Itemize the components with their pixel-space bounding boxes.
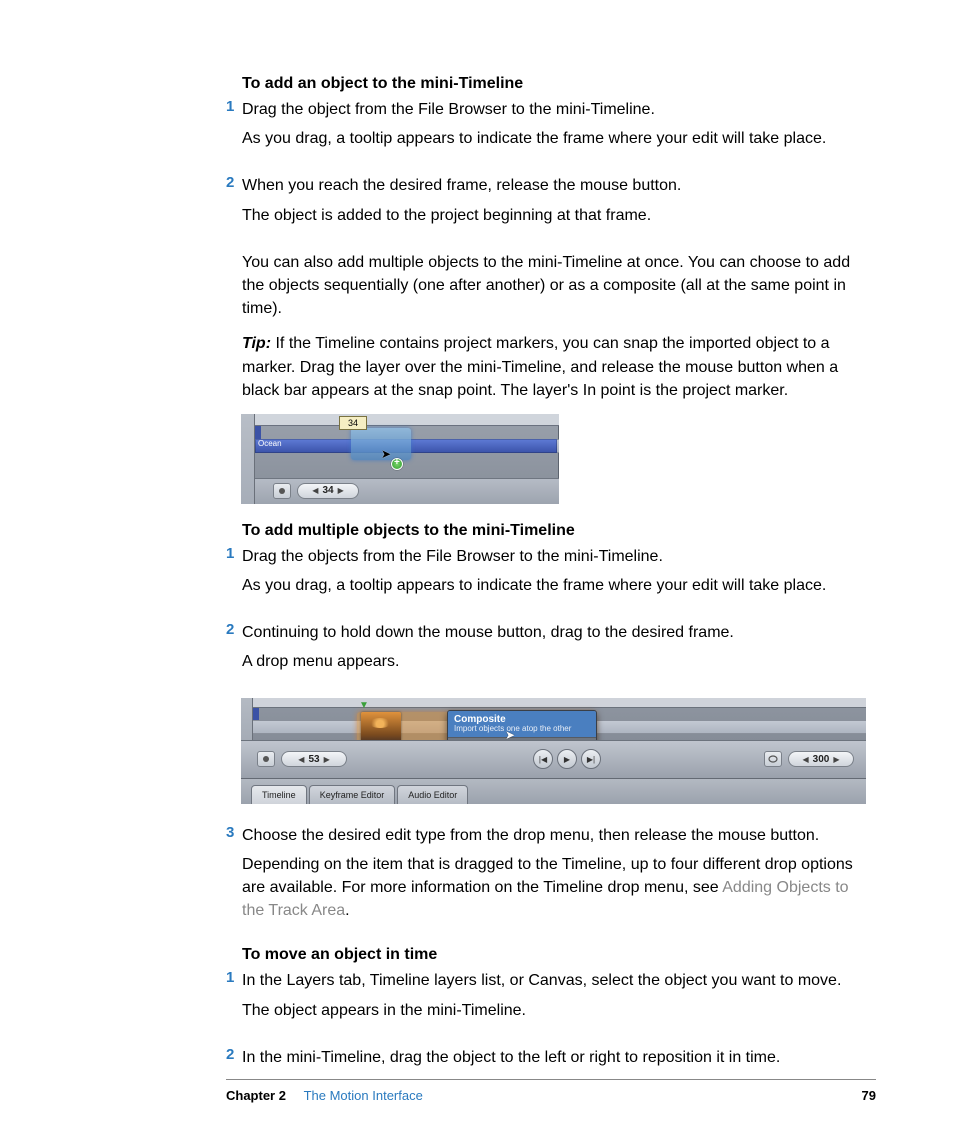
step-subtext: The object appears in the mini-Timeline. xyxy=(242,999,841,1022)
heading-add-object: To add an object to the mini-Timeline xyxy=(242,75,867,93)
stepper-left-icon[interactable]: ◀ xyxy=(308,486,322,495)
frame-counter-value: 34 xyxy=(322,485,333,496)
heading-add-multiple: To add multiple objects to the mini-Time… xyxy=(242,522,867,540)
frame-counter-left[interactable]: ◀ 53 ▶ xyxy=(281,751,347,767)
tab-keyframe-editor[interactable]: Keyframe Editor xyxy=(309,785,396,804)
loop-button[interactable] xyxy=(764,751,782,767)
timeline-gutter xyxy=(241,414,255,504)
tip-paragraph: Tip: If the Timeline contains project ma… xyxy=(242,332,867,402)
step-subtext: As you drag, a tooltip appears to indica… xyxy=(242,574,826,597)
stepper-right-icon[interactable]: ▶ xyxy=(334,486,348,495)
step-subtext: Depending on the item that is dragged to… xyxy=(242,853,867,923)
tip-text: If the Timeline contains project markers… xyxy=(242,335,838,398)
step-text: In the mini-Timeline, drag the object to… xyxy=(242,1046,780,1069)
frame-counter-right[interactable]: ◀ 300 ▶ xyxy=(788,751,854,767)
drop-menu-item-composite[interactable]: Composite Import objects one atop the ot… xyxy=(448,711,596,739)
paragraph: You can also add multiple objects to the… xyxy=(242,251,867,321)
record-button[interactable] xyxy=(257,751,275,767)
step-text: In the Layers tab, Timeline layers list,… xyxy=(242,969,841,992)
bottom-tabs: Timeline Keyframe Editor Audio Editor xyxy=(241,778,866,804)
go-end-button[interactable]: ▶| xyxy=(581,749,601,769)
frame-tooltip: 34 xyxy=(339,416,367,430)
step-subtext: The object is added to the project begin… xyxy=(242,204,681,227)
stepper-right-icon[interactable]: ▶ xyxy=(829,755,843,764)
step-text: Drag the object from the File Browser to… xyxy=(242,98,826,121)
ruler-strip xyxy=(241,698,866,708)
stepper-left-icon[interactable]: ◀ xyxy=(799,755,813,764)
step-number: 2 xyxy=(226,1046,242,1069)
step-text: Continuing to hold down the mouse button… xyxy=(242,621,734,644)
frame-counter[interactable]: ◀ 34 ▶ xyxy=(297,483,359,499)
figure-drop-menu: ▼ Composite Import objects one atop the … xyxy=(241,698,866,804)
step-number: 2 xyxy=(226,621,242,685)
play-button[interactable]: ▶ xyxy=(557,749,577,769)
drag-highlight xyxy=(351,428,411,460)
go-start-button[interactable]: |◀ xyxy=(533,749,553,769)
tab-timeline[interactable]: Timeline xyxy=(251,785,307,804)
step-number: 1 xyxy=(226,969,242,1033)
step-number: 3 xyxy=(226,824,242,935)
figure-mini-timeline-drag: Ocean 34 ➤ ◀ 34 ▶ xyxy=(241,414,559,504)
stepper-left-icon[interactable]: ◀ xyxy=(294,755,308,764)
tab-audio-editor[interactable]: Audio Editor xyxy=(397,785,468,804)
counter-value: 53 xyxy=(308,754,319,765)
ruler-strip xyxy=(255,414,559,426)
period: . xyxy=(345,902,349,919)
step-text: Choose the desired edit type from the dr… xyxy=(242,824,867,847)
step-subtext: As you drag, a tooltip appears to indica… xyxy=(242,127,826,150)
counter-value: 300 xyxy=(813,754,830,765)
stepper-right-icon[interactable]: ▶ xyxy=(320,755,334,764)
tip-label: Tip: xyxy=(242,335,271,352)
footer-chapter-title: The Motion Interface xyxy=(304,1088,423,1103)
step-number: 1 xyxy=(226,98,242,162)
transport-bar: ◀ 53 ▶ |◀ ▶ ▶| ◀ 300 ▶ xyxy=(241,740,866,778)
footer-chapter-label: Chapter 2 xyxy=(226,1088,286,1103)
menu-item-title: Composite xyxy=(454,714,590,725)
step-number: 2 xyxy=(226,174,242,238)
transport-row: ◀ 34 ▶ xyxy=(255,478,559,504)
step-text: Drag the objects from the File Browser t… xyxy=(242,545,826,568)
page-number: 79 xyxy=(862,1088,876,1103)
add-badge-icon xyxy=(391,458,403,470)
menu-item-subtitle: Import objects one atop the other xyxy=(454,725,590,734)
page-footer: Chapter 2 The Motion Interface 79 xyxy=(226,1079,876,1103)
step-text: When you reach the desired frame, releas… xyxy=(242,174,681,197)
step-number: 1 xyxy=(226,545,242,609)
heading-move-object: To move an object in time xyxy=(242,946,867,964)
marker-icon: ▼ xyxy=(359,700,369,711)
step-subtext: A drop menu appears. xyxy=(242,650,734,673)
record-button[interactable] xyxy=(273,483,291,499)
